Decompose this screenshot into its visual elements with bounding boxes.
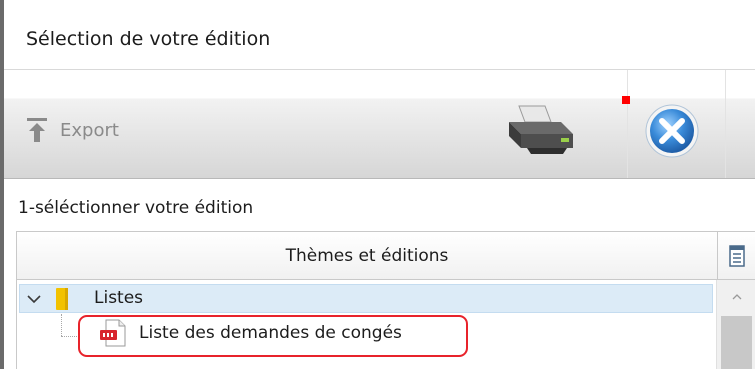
- tree-connector: [61, 336, 79, 337]
- column-chooser-button[interactable]: [717, 232, 755, 280]
- tree-connector: [61, 314, 62, 336]
- window-frame: [0, 0, 4, 369]
- chevron-up-icon: [732, 294, 741, 300]
- export-label: Export: [60, 119, 119, 141]
- toolbar-separator: [627, 70, 628, 178]
- printer-icon: [509, 105, 573, 154]
- scrollbar-thumb[interactable]: [721, 316, 752, 369]
- close-icon: [645, 104, 699, 158]
- folder-icon: [56, 288, 68, 310]
- tree-node-folder[interactable]: Listes: [19, 284, 713, 313]
- toolbar-separator: [725, 70, 726, 178]
- toolbar-divider: [4, 178, 755, 179]
- print-button[interactable]: [503, 104, 577, 156]
- window-title: Sélection de votre édition: [26, 28, 271, 50]
- vertical-scrollbar[interactable]: [716, 280, 755, 369]
- section-label: 1-séléctionner votre édition: [18, 198, 254, 218]
- status-indicator: [622, 96, 630, 104]
- scroll-up-button[interactable]: [717, 280, 755, 314]
- tree-node-label: Listes: [94, 288, 144, 308]
- selection-highlight: [78, 315, 468, 357]
- column-header-themes: Thèmes et éditions: [285, 245, 449, 266]
- grid-header[interactable]: Thèmes et éditions: [17, 232, 717, 280]
- export-button[interactable]: Export: [26, 114, 119, 146]
- close-button[interactable]: [640, 103, 704, 159]
- column-chooser-icon: [728, 244, 745, 267]
- chevron-down-icon[interactable]: [26, 291, 42, 307]
- export-arrow-icon: [27, 118, 47, 142]
